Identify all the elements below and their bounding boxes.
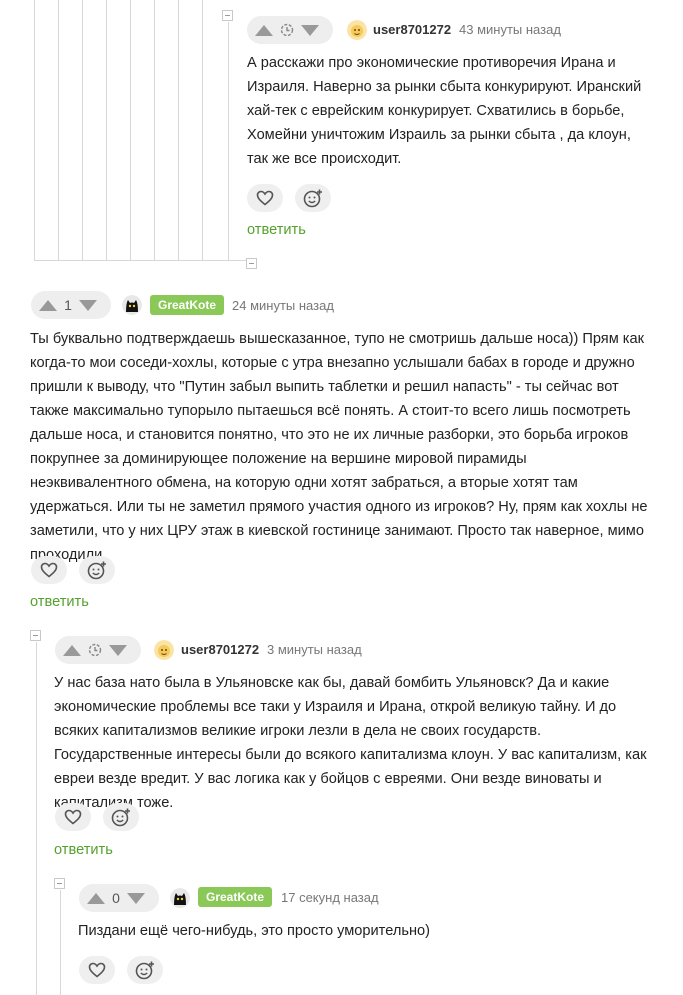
comment-author[interactable]: user8701272 [181, 642, 259, 657]
avatar[interactable] [122, 295, 142, 315]
triangle-up-icon[interactable] [87, 892, 105, 904]
vote-widget [247, 16, 333, 44]
comment-time[interactable]: 43 минуты назад [459, 22, 561, 37]
avatar[interactable] [154, 640, 174, 660]
comment-text: Ты буквально подтверждаешь вышесказанное… [30, 331, 648, 563]
collapse-minus-icon[interactable] [246, 258, 257, 269]
like-button[interactable] [79, 956, 115, 984]
vote-widget: 1 [31, 291, 111, 319]
thread-line [130, 0, 131, 260]
thread-line [154, 0, 155, 260]
collapse-minus-icon[interactable] [222, 10, 233, 21]
collapse-minus-icon[interactable] [54, 878, 65, 889]
reply-link[interactable]: ответить [54, 842, 113, 858]
thread-line [82, 0, 83, 260]
like-button[interactable] [31, 556, 67, 584]
reaction-button[interactable] [103, 803, 139, 831]
rating-count: 1 [64, 297, 72, 313]
rating-count: 0 [112, 890, 120, 906]
avatar[interactable] [170, 888, 190, 908]
reaction-button[interactable] [295, 184, 331, 212]
comment-text: Пиздани ещё чего-нибудь, это просто умор… [78, 923, 430, 939]
triangle-up-icon[interactable] [255, 24, 273, 36]
thread-line [202, 0, 203, 260]
smiley-plus-icon [303, 189, 322, 208]
triangle-up-icon[interactable] [39, 299, 57, 311]
like-button[interactable] [247, 184, 283, 212]
thread-line [60, 890, 61, 995]
thread-line [228, 22, 229, 260]
smiley-plus-icon [87, 561, 106, 580]
triangle-up-icon[interactable] [63, 644, 81, 656]
collapse-minus-icon[interactable] [30, 630, 41, 641]
avatar[interactable] [347, 20, 367, 40]
thread-line [58, 0, 59, 260]
thread-line [106, 0, 107, 260]
clock-icon [279, 22, 295, 38]
comment-time[interactable]: 17 секунд назад [281, 890, 379, 905]
heart-icon [64, 809, 82, 825]
smiley-plus-icon [111, 808, 130, 827]
triangle-down-icon[interactable] [79, 299, 97, 311]
thread-line [34, 0, 35, 260]
reply-link[interactable]: ответить [247, 222, 306, 238]
vote-widget: 0 [79, 884, 159, 912]
clock-icon [87, 642, 103, 658]
reaction-button[interactable] [79, 556, 115, 584]
heart-icon [256, 190, 274, 206]
like-button[interactable] [55, 803, 91, 831]
author-badge[interactable]: GreatKote [198, 887, 273, 907]
comment-text: А расскажи про экономические противоречи… [247, 55, 642, 167]
vote-widget [55, 636, 141, 664]
reply-link[interactable]: ответить [30, 594, 89, 610]
comment-author[interactable]: user8701272 [373, 22, 451, 37]
triangle-down-icon[interactable] [109, 644, 127, 656]
smiley-plus-icon [135, 961, 154, 980]
heart-icon [40, 562, 58, 578]
thread-line [178, 0, 179, 260]
author-badge[interactable]: GreatKote [150, 295, 225, 315]
triangle-down-icon[interactable] [301, 24, 319, 36]
reaction-button[interactable] [127, 956, 163, 984]
heart-icon [88, 962, 106, 978]
triangle-down-icon[interactable] [127, 892, 145, 904]
comment-text: У нас база нато была в Ульяновске как бы… [54, 675, 647, 811]
thread-line [34, 260, 248, 261]
thread-line [36, 642, 37, 995]
comment-time[interactable]: 24 минуты назад [232, 298, 334, 313]
comment-time[interactable]: 3 минуты назад [267, 642, 362, 657]
